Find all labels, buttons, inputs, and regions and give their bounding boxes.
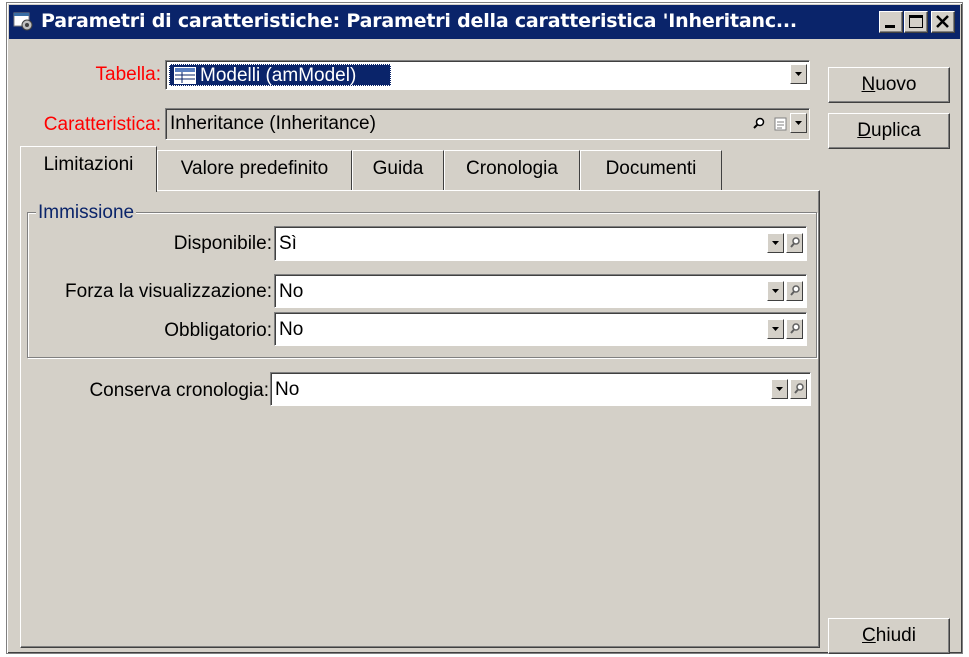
available-dropdown-button[interactable] <box>767 233 784 253</box>
feature-value: Inheritance (Inheritance) <box>170 113 376 134</box>
chevron-down-icon <box>772 241 779 245</box>
mandatory-zoom-button[interactable] <box>786 319 803 339</box>
feature-field[interactable]: Inheritance (Inheritance) <box>165 108 810 140</box>
magnifier-icon <box>790 237 800 248</box>
force-display-dropdown-button[interactable] <box>767 281 784 301</box>
keep-history-select[interactable]: No <box>270 372 811 406</box>
title-bar-frame: Parametri di caratteristiche: Parametri … <box>6 2 963 42</box>
mandatory-dropdown-button[interactable] <box>767 319 784 339</box>
table-icon <box>174 67 196 90</box>
keep-history-zoom-button[interactable] <box>790 379 807 399</box>
tab-cronologia[interactable]: Cronologia <box>444 150 580 190</box>
close-button[interactable]: Chiudi <box>828 618 950 654</box>
available-value: Sì <box>279 233 297 254</box>
tab-documenti[interactable]: Documenti <box>580 150 722 190</box>
tab-label: Documenti <box>605 158 697 179</box>
feature-dropdown-button[interactable] <box>790 113 807 133</box>
maximize-icon <box>909 15 923 28</box>
keep-history-dropdown-button[interactable] <box>771 379 788 399</box>
maximize-button[interactable] <box>904 11 928 33</box>
gear-window-icon <box>13 11 35 33</box>
close-button-label: Chiudi <box>862 625 916 646</box>
title-bar[interactable]: Parametri di caratteristiche: Parametri … <box>9 5 960 39</box>
force-display-zoom-button[interactable] <box>786 281 803 301</box>
table-select[interactable]: Modelli (amModel) <box>165 60 810 90</box>
magnifier-icon <box>753 117 765 129</box>
available-zoom-button[interactable] <box>786 233 803 253</box>
chevron-down-icon <box>795 121 802 125</box>
tab-label: Limitazioni <box>43 154 134 175</box>
magnifier-icon <box>794 383 804 394</box>
chevron-down-icon <box>776 387 783 391</box>
table-label: Tabella: <box>95 64 162 85</box>
mandatory-value: No <box>279 319 304 340</box>
available-select[interactable]: Sì <box>274 226 807 261</box>
tab-limitazioni[interactable]: Limitazioni <box>20 146 157 192</box>
tab-guida[interactable]: Guida <box>352 150 444 190</box>
keep-history-label: Conserva cronologia: <box>89 380 269 401</box>
new-button[interactable]: Nuovo <box>828 67 950 103</box>
tab-label: Cronologia <box>466 158 558 179</box>
new-button-label: Nuovo <box>861 74 917 95</box>
mandatory-select[interactable]: No <box>274 312 807 346</box>
force-display-select[interactable]: No <box>274 274 807 308</box>
tab-label: Guida <box>372 158 424 179</box>
chevron-down-icon <box>772 289 779 293</box>
tab-label: Valore predefinito <box>180 158 329 179</box>
window-title: Parametri di caratteristiche: Parametri … <box>41 10 797 32</box>
tab-valore-predefinito[interactable]: Valore predefinito <box>157 150 352 190</box>
table-value: Modelli (amModel) <box>200 65 357 86</box>
force-display-value: No <box>279 281 304 302</box>
feature-details-button[interactable] <box>771 113 788 133</box>
keep-history-value: No <box>275 379 300 400</box>
available-label: Disponibile: <box>173 233 272 254</box>
magnifier-icon <box>790 323 800 334</box>
duplicate-button[interactable]: Duplica <box>828 113 950 149</box>
feature-zoom-button[interactable] <box>750 113 767 133</box>
minimize-button[interactable] <box>879 11 903 33</box>
minimize-icon <box>885 25 895 28</box>
chevron-down-icon <box>772 327 779 331</box>
table-dropdown-button[interactable] <box>790 64 807 84</box>
close-icon <box>936 15 949 28</box>
close-window-button[interactable] <box>931 11 955 33</box>
group-title: Immissione <box>36 202 137 224</box>
chevron-down-icon <box>795 72 802 76</box>
feature-label: Caratteristica: <box>43 114 161 135</box>
force-display-label: Forza la visualizzazione: <box>65 281 272 302</box>
mandatory-label: Obbligatorio: <box>164 320 272 341</box>
form-icon <box>774 117 787 131</box>
magnifier-icon <box>790 285 800 296</box>
duplicate-button-label: Duplica <box>857 120 921 141</box>
